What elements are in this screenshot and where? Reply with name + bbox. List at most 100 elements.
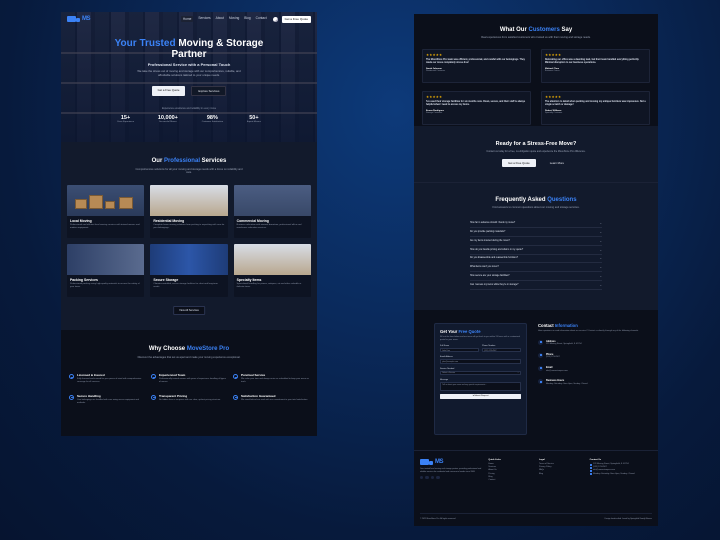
why-title: Why Choose MoveStore Pro xyxy=(148,346,230,352)
why-item: Experienced Team Professionally trained m… xyxy=(151,373,227,383)
chevron-down-icon: ⌄ xyxy=(599,238,602,243)
service-image xyxy=(150,184,228,216)
faq-item[interactable]: How secure are your storage facilities? ⌄ xyxy=(470,272,602,281)
service-card-residential[interactable]: Residential Moving Complete home moving … xyxy=(150,184,228,238)
linkedin-icon[interactable] xyxy=(436,476,440,480)
service-image xyxy=(67,243,145,275)
faq-item[interactable]: How do you handle pricing and what is in… xyxy=(470,246,602,255)
service-image xyxy=(67,184,145,216)
nav-links: Home Services About Moving Blog Contact xyxy=(180,16,267,22)
stat-satisfaction: 98% Customer Satisfaction xyxy=(201,115,224,123)
contact-section: Get Your Free Quote Fill out the form be… xyxy=(414,310,658,450)
theme-toggle-icon[interactable] xyxy=(272,16,278,22)
phone-icon xyxy=(538,352,543,358)
facebook-icon[interactable] xyxy=(420,476,424,480)
service-card-storage[interactable]: Secure Storage Climate-controlled, secur… xyxy=(150,243,228,297)
chevron-down-icon: ⌄ xyxy=(599,274,602,279)
testimonials-subtitle: Real experiences from satisfied customer… xyxy=(481,36,591,39)
why-item: Secure Handling Your belongings are handl… xyxy=(69,394,145,404)
brand-logo[interactable]: MS xyxy=(67,16,91,22)
hero-description: We take the stress out of moving and sto… xyxy=(137,69,241,77)
hero-stats: 15+ Years Experience 10,000+ Successful Mo… xyxy=(117,115,261,123)
clock-icon xyxy=(233,374,238,380)
homepage-bottom-column: What Our Customers Say Real experiences … xyxy=(414,14,658,526)
why-subtitle: Discover the advantages that set us apar… xyxy=(137,356,241,359)
footer-link[interactable]: Blog xyxy=(539,473,584,476)
nav-link-about[interactable]: About xyxy=(216,16,224,22)
nav-link-contact[interactable]: Contact xyxy=(256,16,267,22)
nav-link-moving[interactable]: Moving xyxy=(229,16,239,22)
hero-section: MS Home Services About Moving Blog Conta… xyxy=(61,12,317,142)
chevron-down-icon: ⌄ xyxy=(599,230,602,235)
contact-phone[interactable]: Phone (555) 123-4567 xyxy=(538,352,648,359)
faq-title: Frequently Asked Questions xyxy=(495,197,577,203)
stat-movers: 50+ Expert Movers xyxy=(246,115,261,123)
faq-item[interactable]: Are my items insured during the move? ⌄ xyxy=(470,237,602,246)
hero-services-button[interactable]: Explore Services xyxy=(191,86,227,96)
star-rating-icon: ★★★★★ xyxy=(545,53,562,58)
twitter-icon[interactable] xyxy=(430,476,435,480)
faq-item[interactable]: How far in advance should I book my move… xyxy=(470,219,602,229)
contact-email[interactable]: Email info@movestorepro.com xyxy=(538,365,648,372)
cta-section: Ready for a Stress-Free Move? Contact us… xyxy=(414,126,658,182)
testimonials-section: What Our Customers Say Real experiences … xyxy=(414,14,658,126)
nav-link-services[interactable]: Services xyxy=(198,16,210,22)
team-icon xyxy=(151,374,156,380)
truck-icon xyxy=(67,16,80,22)
mail-icon xyxy=(538,365,543,371)
hero-small-text: Experience excellence and reliability in… xyxy=(161,107,217,110)
hero-quote-button[interactable]: Get a Free Quote xyxy=(151,86,186,96)
service-card-packing[interactable]: Packing Services Professional packing us… xyxy=(67,243,145,297)
footer-link[interactable]: Contact xyxy=(488,479,533,482)
site-footer: MS Your trusted local moving and storage… xyxy=(414,450,658,526)
why-item: Transparent Pricing No hidden fees or sur… xyxy=(151,394,227,404)
message-textarea[interactable]: Tell us about your move and any special … xyxy=(440,381,521,391)
nav-link-blog[interactable]: Blog xyxy=(244,16,250,22)
mail-icon xyxy=(589,470,592,472)
why-item: Punctual Service We value your time and a… xyxy=(233,373,309,383)
hero-title: Your Trusted Moving & Storage Partner xyxy=(114,38,264,60)
submit-request-button[interactable]: ➤ Submit Request xyxy=(440,393,521,399)
phone-input[interactable]: (555) 123-4567 xyxy=(482,347,521,353)
service-card-specialty[interactable]: Specialty Items Specialized handling for… xyxy=(233,243,311,297)
service-image xyxy=(233,184,311,216)
faq-item[interactable]: What items can't you move? ⌄ xyxy=(470,263,602,273)
nav-link-home[interactable]: Home xyxy=(180,16,194,22)
footer-logo[interactable]: MS xyxy=(420,459,482,465)
faq-item[interactable]: Do you provide packing materials? ⌄ xyxy=(470,228,602,237)
lock-icon xyxy=(69,394,74,400)
contact-hours: Business Hours Monday–Saturday: 8am–6pm, … xyxy=(538,379,648,385)
chevron-down-icon: ⌄ xyxy=(599,247,602,252)
cta-learn-more-button[interactable]: Learn More xyxy=(544,159,570,167)
social-links xyxy=(420,476,482,480)
view-all-services-button[interactable]: View All Services xyxy=(173,306,205,315)
service-card-commercial[interactable]: Commercial Moving Business relocation wi… xyxy=(233,184,311,238)
cta-quote-button[interactable]: Get a Free Quote xyxy=(501,159,536,167)
services-subtitle: Comprehensive solutions for all your mov… xyxy=(135,168,243,175)
service-select[interactable]: Select a Service ⌄ xyxy=(440,370,521,376)
clock-icon xyxy=(589,473,592,476)
nav-quote-button[interactable]: Get a Free Quote xyxy=(281,15,311,23)
top-nav: MS Home Services About Moving Blog Conta… xyxy=(61,12,317,26)
copyright: © 2025 MoveStore Pro. All rights reserve… xyxy=(420,518,456,520)
services-title: Our Professional Services xyxy=(151,158,227,164)
faq-item[interactable]: Can I access my items while they're in s… xyxy=(470,281,602,290)
why-choose-section: Why Choose MoveStore Pro Discover the ad… xyxy=(61,330,317,436)
full-name-input[interactable]: John Doe xyxy=(440,347,479,353)
star-rating-icon: ★★★★★ xyxy=(426,53,443,58)
quote-title: Get Your Free Quote xyxy=(440,329,481,334)
stat-moves: 10,000+ Successful Moves xyxy=(157,115,178,123)
email-input[interactable]: john@example.com xyxy=(440,359,521,364)
faq-section: Frequently Asked Questions Find answers … xyxy=(414,182,658,310)
homepage-top-column: MS Home Services About Moving Blog Conta… xyxy=(61,12,317,436)
contact-address: Address 123 Moving Street, Springfield, I… xyxy=(538,339,648,346)
testimonial-card: ★★★★★ The MoveStore Pro team was efficie… xyxy=(422,49,531,84)
map-pin-icon xyxy=(589,463,592,466)
phone-icon xyxy=(589,466,592,469)
instagram-icon[interactable] xyxy=(425,476,429,480)
faq-subtitle: Find answers to common questions about o… xyxy=(492,206,580,209)
stat-years: 15+ Years Experience xyxy=(117,115,135,123)
why-item: Licensed & Insured Fully licensed and ins… xyxy=(69,373,145,383)
faq-item[interactable]: Do you disassemble and reassemble furnit… xyxy=(470,255,602,264)
service-card-local[interactable]: Local Moving Professional and efficient … xyxy=(67,184,145,238)
